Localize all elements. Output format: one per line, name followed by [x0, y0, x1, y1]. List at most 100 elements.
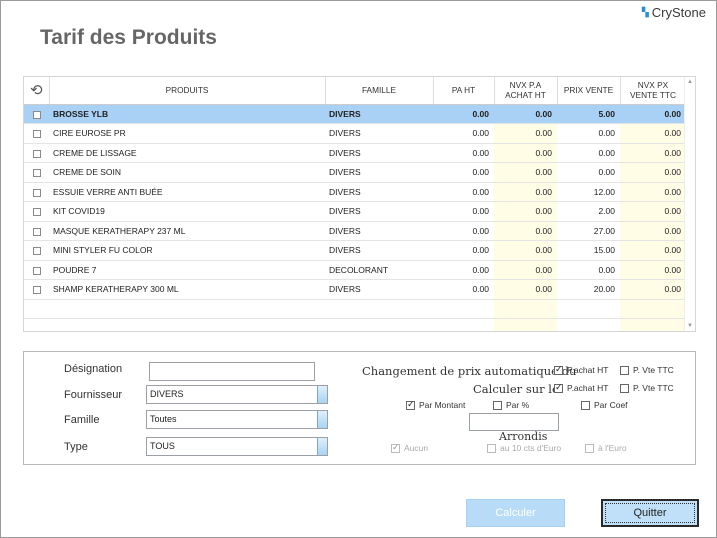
row-checkbox[interactable] [24, 123, 49, 144]
arrondi-10cts-checkbox[interactable]: au 10 cts d'Euro [487, 443, 561, 453]
cell-produit: MINI STYLER FU COLOR [49, 240, 325, 261]
cell-famille: DIVERS [325, 143, 433, 163]
table-row[interactable]: CREME DE LISSAGE DIVERS 0.00 0.00 0.00 0.00 [24, 143, 686, 163]
cell-nvx-px[interactable]: 0.00 [620, 143, 686, 163]
row-checkbox[interactable] [24, 221, 49, 241]
cell-nvx-pa[interactable]: 0.00 [494, 162, 557, 183]
col-header-line: NVX P.A [509, 80, 542, 91]
scroll-up-icon[interactable]: ▲ [687, 79, 693, 85]
empty-cell [557, 299, 620, 319]
cell-nvx-px[interactable]: 0.00 [620, 279, 686, 300]
table-row[interactable]: CIRE EUROSE PR DIVERS 0.00 0.00 0.00 0.00 [24, 123, 686, 144]
quitter-button[interactable]: Quitter [601, 499, 699, 527]
table-row[interactable]: KIT COVID19 DIVERS 0.00 0.00 2.00 0.00 [24, 201, 686, 222]
col-header-famille[interactable]: FAMILLE [325, 77, 434, 105]
cell-nvx-px[interactable]: 0.00 [620, 104, 686, 124]
checkbox-icon[interactable] [32, 247, 41, 255]
row-checkbox[interactable] [24, 104, 49, 124]
cell-prix-vente: 0.00 [557, 123, 620, 144]
checkbox-icon[interactable] [487, 443, 496, 453]
checkbox-icon[interactable] [32, 208, 41, 216]
cell-pa-ht: 0.00 [433, 260, 494, 280]
type-select[interactable]: TOUS [146, 437, 328, 456]
checkbox-icon[interactable] [493, 400, 502, 410]
table-row[interactable]: CREME DE SOIN DIVERS 0.00 0.00 0.00 0.00 [24, 162, 686, 183]
table-row[interactable]: MINI STYLER FU COLOR DIVERS 0.00 0.00 15.00 0… [24, 240, 686, 261]
dropdown-icon[interactable] [317, 438, 327, 455]
cell-nvx-px[interactable]: 0.00 [620, 240, 686, 261]
checkbox-icon[interactable] [32, 188, 41, 197]
col-header-prix-vente[interactable]: PRIX VENTE [557, 77, 621, 105]
cell-nvx-px[interactable]: 0.00 [620, 123, 686, 144]
row-checkbox[interactable] [24, 260, 49, 280]
checkbox-icon[interactable] [585, 443, 594, 453]
calculer-button[interactable]: Calculer [466, 499, 565, 527]
checkbox-icon[interactable] [32, 110, 41, 119]
vertical-scrollbar[interactable]: ▲ ▼ [684, 77, 695, 331]
cell-nvx-px[interactable]: 0.00 [620, 221, 686, 241]
cell-produit: POUDRE 7 [49, 260, 325, 280]
options-panel: Désignation Fournisseur DIVERS Famille T… [23, 351, 696, 465]
table-row[interactable]: BROSSE YLB DIVERS 0.00 0.00 5.00 0.00 [24, 104, 686, 124]
row-checkbox[interactable] [24, 240, 49, 261]
cell-nvx-px[interactable]: 0.00 [620, 162, 686, 183]
col-header-nvx-pa[interactable]: NVX P.A ACHAT HT [494, 77, 558, 105]
row-checkbox[interactable] [24, 182, 49, 202]
calculer-pachat-checkbox[interactable]: P.achat HT [554, 382, 608, 393]
dropdown-icon[interactable] [317, 386, 327, 403]
checkbox-icon[interactable] [32, 130, 41, 138]
cell-nvx-pa[interactable]: 0.00 [494, 260, 557, 280]
famille-select[interactable]: Toutes [146, 410, 328, 429]
changement-pachat-checkbox[interactable]: P.achat HT [554, 364, 608, 375]
cell-nvx-pa[interactable]: 0.00 [494, 123, 557, 144]
checkbox-icon[interactable] [32, 169, 41, 177]
checkbox-icon[interactable] [581, 400, 590, 410]
col-header-produits[interactable]: PRODUITS [49, 77, 326, 105]
checkbox-icon[interactable] [32, 227, 41, 236]
cell-nvx-pa[interactable]: 0.00 [494, 201, 557, 222]
table-row[interactable]: ESSUIE VERRE ANTI BUÉE DIVERS 0.00 0.00 12.0… [24, 182, 686, 202]
cell-nvx-pa[interactable]: 0.00 [494, 143, 557, 163]
par-montant-checkbox[interactable]: Par Montant [406, 399, 465, 410]
cell-nvx-pa[interactable]: 0.00 [494, 221, 557, 241]
refresh-button[interactable]: ⟲ [24, 77, 50, 105]
cell-nvx-pa[interactable]: 0.00 [494, 104, 557, 124]
cell-nvx-pa[interactable]: 0.00 [494, 279, 557, 300]
table-row[interactable]: MASQUE KERATHERAPY 237 ML DIVERS 0.00 0.00 2… [24, 221, 686, 241]
checkbox-icon[interactable] [620, 365, 629, 375]
row-checkbox[interactable] [24, 143, 49, 163]
checkbox-icon[interactable] [32, 286, 41, 294]
dropdown-icon[interactable] [317, 411, 327, 428]
checkbox-icon[interactable] [391, 442, 400, 453]
checkbox-icon[interactable] [554, 382, 563, 393]
designation-input[interactable] [149, 362, 315, 381]
calculer-pvte-checkbox[interactable]: P. Vte TTC [620, 383, 674, 393]
col-header-nvx-px[interactable]: NVX PX VENTE TTC [620, 77, 687, 105]
checkbox-icon[interactable] [406, 399, 415, 410]
cell-nvx-pa[interactable]: 0.00 [494, 182, 557, 202]
par-pct-checkbox[interactable]: Par % [493, 400, 529, 410]
checkbox-icon[interactable] [32, 149, 41, 158]
checkbox-icon[interactable] [32, 266, 41, 275]
cell-nvx-px[interactable]: 0.00 [620, 201, 686, 222]
table-row[interactable]: SHAMP KERATHERAPY 300 ML DIVERS 0.00 0.00 20… [24, 279, 686, 300]
scroll-down-icon[interactable]: ▼ [687, 323, 693, 329]
checkbox-icon[interactable] [554, 364, 563, 375]
cell-nvx-px[interactable]: 0.00 [620, 260, 686, 280]
fournisseur-select[interactable]: DIVERS [146, 385, 328, 404]
calc-value-input[interactable] [469, 413, 559, 431]
checkbox-icon[interactable] [620, 383, 629, 393]
table-row[interactable]: POUDRE 7 DECOLORANT 0.00 0.00 0.00 0.00 [24, 260, 686, 280]
par-coef-checkbox[interactable]: Par Coef [581, 400, 628, 410]
col-header-pa-ht[interactable]: PA HT [433, 77, 495, 105]
cell-nvx-px[interactable]: 0.00 [620, 182, 686, 202]
arrondi-aucun-checkbox[interactable]: Aucun [391, 442, 428, 453]
empty-cell [620, 318, 686, 331]
arrondi-euro-checkbox[interactable]: à l'Euro [585, 443, 627, 453]
row-checkbox[interactable] [24, 201, 49, 222]
cell-nvx-pa[interactable]: 0.00 [494, 240, 557, 261]
row-checkbox[interactable] [24, 162, 49, 183]
row-checkbox[interactable] [24, 279, 49, 300]
option-label: Par % [506, 400, 530, 410]
changement-pvte-checkbox[interactable]: P. Vte TTC [620, 365, 674, 375]
